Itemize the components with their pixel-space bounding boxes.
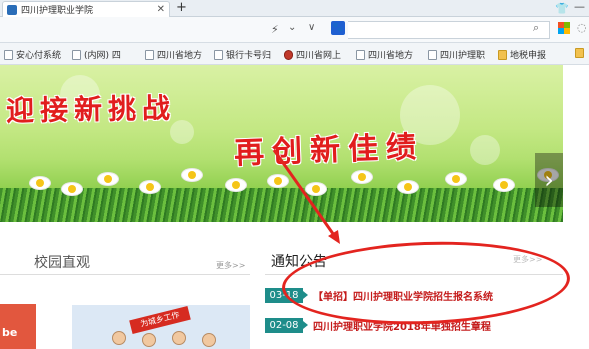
- annotation-arrow-head: [328, 230, 340, 244]
- annotation-arrow: [272, 149, 340, 244]
- annotation-arrow-line: [272, 149, 338, 239]
